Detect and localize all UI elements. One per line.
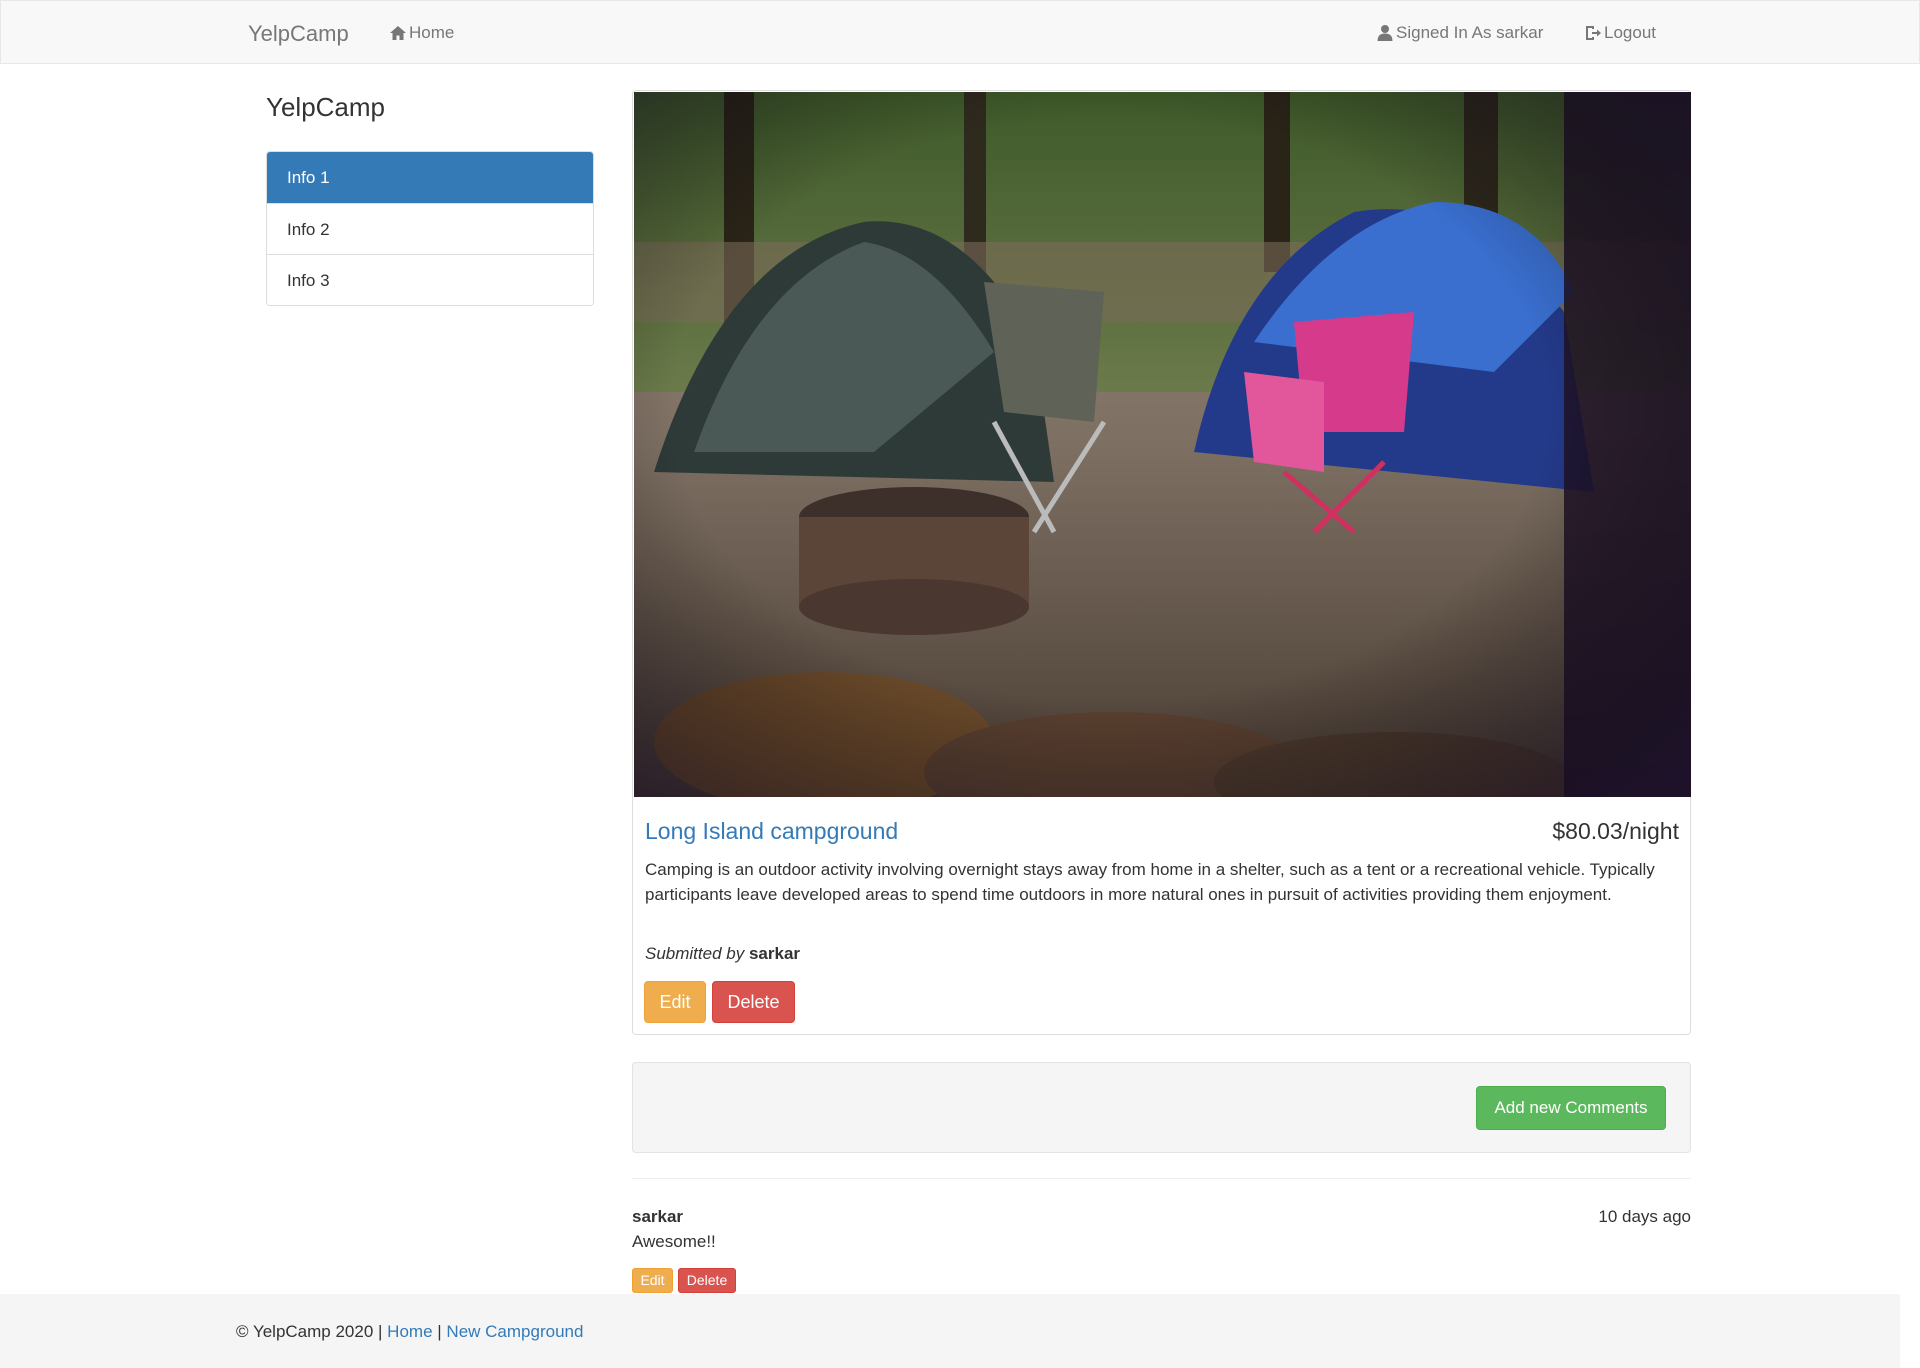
submitted-by-author: sarkar	[748, 944, 801, 963]
submitted-by: Submitted by sarkar	[645, 944, 800, 964]
nav-home-label: Home	[409, 23, 455, 42]
comments-divider	[632, 1178, 1691, 1179]
edit-campground-button[interactable]: Edit	[644, 981, 706, 1023]
nav-home-link[interactable]: Home	[389, 23, 454, 43]
footer-separator: |	[437, 1322, 442, 1341]
sidebar-item-info-2[interactable]: Info 2	[267, 203, 593, 254]
edit-comment-button[interactable]: Edit	[632, 1268, 673, 1293]
nav-signed-in-label: Signed In As sarkar	[1396, 23, 1544, 42]
comment-author: sarkar	[632, 1207, 684, 1226]
footer-home-link[interactable]: Home	[387, 1322, 432, 1341]
comments-well: Add new Comments	[632, 1062, 1691, 1153]
footer-new-campground-link[interactable]: New Campground	[446, 1322, 583, 1341]
delete-comment-button[interactable]: Delete	[678, 1268, 736, 1293]
top-navbar: YelpCamp Home Signed In As sarkar Logout	[0, 0, 1920, 64]
footer-copyright: © YelpCamp 2020 |	[236, 1322, 383, 1341]
nav-logout-link[interactable]: Logout	[1584, 23, 1656, 43]
submitted-by-prefix: Submitted by	[645, 944, 745, 963]
add-comment-button[interactable]: Add new Comments	[1476, 1086, 1666, 1130]
user-icon	[1377, 25, 1393, 41]
comment-text: Awesome!!	[632, 1232, 716, 1251]
campground-card: Long Island campground $80.03/night Camp…	[632, 90, 1691, 1035]
sidebar-item-info-3[interactable]: Info 3	[267, 254, 593, 305]
sidebar-item-info-1[interactable]: Info 1	[267, 152, 593, 203]
page-footer: © YelpCamp 2020 | Home | New Campground	[0, 1294, 1900, 1368]
sidebar-list: Info 1 Info 2 Info 3	[266, 151, 594, 306]
delete-campground-button[interactable]: Delete	[712, 981, 795, 1023]
nav-signed-in[interactable]: Signed In As sarkar	[1376, 23, 1543, 43]
sidebar-title: YelpCamp	[266, 92, 386, 122]
nav-logout-label: Logout	[1604, 23, 1656, 42]
footer-text: © YelpCamp 2020 | Home | New Campground	[236, 1322, 583, 1342]
campground-image	[634, 92, 1691, 797]
comment-timestamp: 10 days ago	[1598, 1207, 1691, 1226]
campground-title-link[interactable]: Long Island campground	[645, 818, 898, 845]
campground-description: Camping is an outdoor activity involving…	[645, 860, 1655, 904]
campground-price: $80.03/night	[1552, 818, 1679, 844]
logout-icon	[1586, 26, 1601, 40]
navbar-brand[interactable]: YelpCamp	[248, 21, 349, 47]
home-icon	[390, 26, 406, 40]
